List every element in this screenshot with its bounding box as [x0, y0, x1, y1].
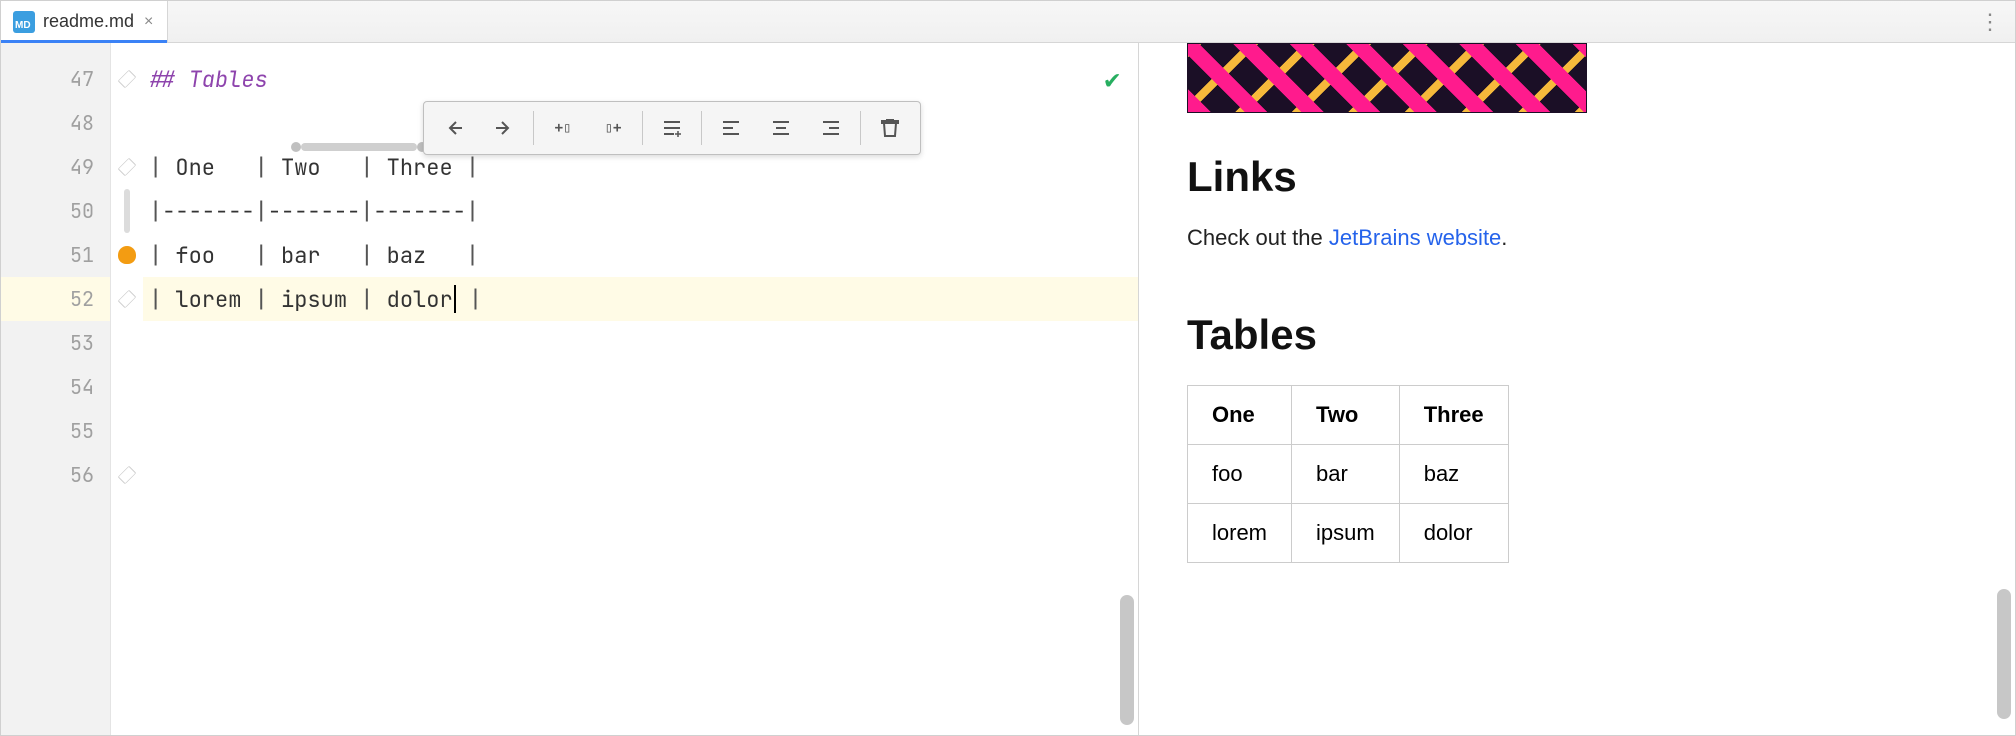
line-number: 53 [1, 321, 110, 365]
align-right-button[interactable] [807, 106, 855, 150]
jetbrains-link[interactable]: JetBrains website [1329, 225, 1501, 250]
insert-col-after-button[interactable]: ▯+ [589, 106, 637, 150]
th: Two [1292, 386, 1400, 445]
ide-window: MD readme.md × ⋮ 47 48 49 50 51 52 53 54… [0, 0, 2016, 736]
split-body: 47 48 49 50 51 52 53 54 55 56 [1, 43, 2015, 735]
table-row: | foo | bar | baz | [143, 233, 1138, 277]
preview-links-paragraph: Check out the JetBrains website. [1187, 225, 1967, 251]
fold-marker-icon[interactable] [118, 466, 137, 485]
table-row: foo bar baz [1188, 445, 1509, 504]
fold-marker-icon[interactable] [118, 158, 137, 177]
align-left-button[interactable] [707, 106, 755, 150]
fold-marker-icon[interactable] [118, 70, 137, 89]
line-number: 48 [1, 101, 110, 145]
line-number: 55 [1, 409, 110, 453]
table-row-active: | lorem | ipsum | dolor | [143, 277, 1138, 321]
table-floating-toolbar: +▯ ▯+ [423, 101, 921, 155]
delete-button[interactable] [866, 106, 914, 150]
close-tab-icon[interactable]: × [142, 13, 155, 31]
align-center-button[interactable] [757, 106, 805, 150]
markdown-file-icon: MD [13, 11, 35, 33]
insert-col-before-button[interactable]: +▯ [539, 106, 587, 150]
line-number: 47 [1, 57, 110, 101]
preview-table: One Two Three foo bar baz lorem ipsum do… [1187, 385, 1509, 563]
line-number-gutter: 47 48 49 50 51 52 53 54 55 56 [1, 43, 111, 735]
intention-bulb-icon[interactable] [118, 246, 136, 264]
gutter-glyphs [111, 43, 143, 735]
line-number: 54 [1, 365, 110, 409]
prev-button[interactable] [430, 106, 478, 150]
th: One [1188, 386, 1292, 445]
preview-banner-image [1187, 43, 1587, 113]
file-tab-readme[interactable]: MD readme.md × [1, 1, 168, 43]
markdown-preview-pane: Links Check out the JetBrains website. T… [1139, 43, 2015, 735]
inspection-ok-icon[interactable]: ✔ [1104, 61, 1120, 96]
editor-pane: 47 48 49 50 51 52 53 54 55 56 [1, 43, 1139, 735]
fold-marker-icon[interactable] [118, 290, 137, 309]
tab-bar: MD readme.md × ⋮ [1, 1, 2015, 43]
table-row: lorem ipsum dolor [1188, 504, 1509, 563]
code-area[interactable]: ## Tables | One | Two | Three | |-------… [143, 43, 1138, 735]
insert-row-button[interactable] [648, 106, 696, 150]
preview-heading-links: Links [1187, 153, 1967, 201]
editor-scrollbar[interactable] [1120, 595, 1134, 725]
line-number: 50 [1, 189, 110, 233]
th: Three [1399, 386, 1508, 445]
table-row: |-------|-------|-------| [143, 189, 1138, 233]
md-heading: ## Tables [149, 65, 268, 94]
preview-scrollbar-track[interactable] [1997, 59, 2011, 719]
preview-heading-tables: Tables [1187, 311, 1967, 359]
line-number: 49 [1, 145, 110, 189]
line-number: 56 [1, 453, 110, 497]
fold-bar [124, 189, 130, 233]
col-handle-icon[interactable] [291, 142, 301, 152]
line-number: 52 [1, 277, 110, 321]
tab-filename: readme.md [43, 11, 134, 32]
line-number: 51 [1, 233, 110, 277]
preview-scrollbar-thumb[interactable] [1997, 589, 2011, 719]
next-button[interactable] [480, 106, 528, 150]
